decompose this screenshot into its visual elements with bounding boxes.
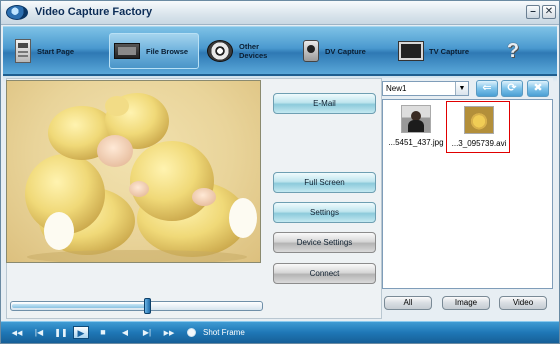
nav-tv-capture-label: TV Capture — [429, 46, 470, 56]
nav-other-devices-label: Other Devices — [239, 42, 267, 60]
app-logo-icon — [6, 5, 28, 20]
file-browse-icon — [114, 43, 140, 59]
app-window: Video Capture Factory – ✕ Start Page Fil… — [0, 0, 560, 344]
next-button[interactable]: ▶| — [139, 326, 155, 339]
step-back-icon: ◀ — [121, 328, 129, 337]
shot-frame-icon[interactable] — [187, 328, 196, 337]
fast-forward-icon: ▶▶ — [163, 330, 175, 337]
seek-handle[interactable] — [144, 298, 151, 314]
file-name: ...3_095739.avi — [451, 139, 507, 148]
minimize-button[interactable]: – — [526, 5, 540, 19]
video-thumbnail — [464, 106, 494, 134]
dv-camera-icon — [303, 40, 319, 62]
previous-icon: |◀ — [34, 328, 44, 337]
file-item[interactable]: ...3_095739.avi — [446, 101, 510, 153]
play-button[interactable]: ▶ — [73, 326, 89, 339]
rewind-icon: ◀◀ — [11, 330, 23, 337]
filter-video-button[interactable]: Video — [499, 296, 547, 310]
nav-other-devices[interactable]: Other Devices — [207, 33, 287, 69]
help-icon: ? — [506, 39, 520, 62]
image-thumbnail — [401, 105, 431, 133]
nav-file-browse[interactable]: File Browse — [109, 33, 199, 69]
album-dropdown[interactable]: New1 ▼ — [382, 81, 469, 96]
close-button[interactable]: ✕ — [542, 5, 556, 19]
delete-icon: ✖ — [533, 82, 543, 94]
stop-button[interactable]: ■ — [95, 326, 111, 339]
stop-icon: ■ — [100, 327, 106, 337]
nav-dv-capture-label: DV Capture — [325, 46, 366, 56]
filter-all-button[interactable]: All — [384, 296, 432, 310]
video-preview — [6, 80, 261, 263]
full-screen-button[interactable]: Full Screen — [273, 172, 376, 193]
connect-button[interactable]: Connect — [273, 263, 376, 284]
back-button[interactable]: ⇐ — [476, 80, 498, 97]
start-page-icon — [15, 39, 31, 63]
babies-preview-image — [25, 93, 257, 262]
nav-tv-capture[interactable]: TV Capture — [398, 33, 485, 69]
playback-controls: ◀◀ |◀ ❚❚ ▶ ■ ◀ ▶| ▶▶ Shot Frame — [1, 321, 559, 343]
settings-button[interactable]: Settings — [273, 202, 376, 223]
shot-frame-label[interactable]: Shot Frame — [203, 328, 245, 337]
previous-button[interactable]: |◀ — [31, 326, 47, 339]
refresh-button[interactable]: ⟳ — [501, 80, 523, 97]
tv-icon — [398, 41, 424, 61]
step-back-button[interactable]: ◀ — [117, 326, 133, 339]
album-dropdown-value: New1 — [386, 84, 407, 93]
nav-start-page[interactable]: Start Page — [15, 33, 97, 69]
nav-file-browse-label: File Browse — [146, 46, 189, 56]
seek-progress — [12, 304, 148, 308]
file-item[interactable]: ...5451_437.jpg — [384, 101, 448, 153]
seek-bar[interactable] — [10, 298, 263, 314]
nav-start-page-label: Start Page — [37, 46, 75, 56]
rewind-button[interactable]: ◀◀ — [9, 326, 25, 339]
help-button[interactable]: ? — [501, 33, 525, 69]
other-devices-icon — [207, 40, 233, 62]
pause-icon: ❚❚ — [54, 328, 68, 337]
play-icon: ▶ — [77, 328, 85, 338]
chevron-down-icon[interactable]: ▼ — [455, 82, 468, 95]
nav-dv-capture[interactable]: DV Capture — [303, 33, 389, 69]
nav-other-devices-label-line2: Devices — [239, 51, 268, 60]
back-arrow-icon: ⇐ — [482, 82, 492, 94]
email-button[interactable]: E-Mail — [273, 93, 376, 114]
device-settings-button[interactable]: Device Settings — [273, 232, 376, 253]
refresh-icon: ⟳ — [507, 82, 517, 94]
window-title: Video Capture Factory — [35, 6, 153, 18]
filter-image-button[interactable]: Image — [442, 296, 490, 310]
title-bar: Video Capture Factory – ✕ — [1, 1, 559, 25]
pause-button[interactable]: ❚❚ — [53, 326, 69, 339]
file-name: ...5451_437.jpg — [388, 138, 444, 147]
nav-other-devices-label-line1: Other — [239, 42, 260, 51]
next-icon: ▶| — [142, 328, 152, 337]
fast-forward-button[interactable]: ▶▶ — [161, 326, 177, 339]
main-nav: Start Page File Browse Other Devices DV … — [3, 26, 557, 82]
delete-button[interactable]: ✖ — [527, 80, 549, 97]
